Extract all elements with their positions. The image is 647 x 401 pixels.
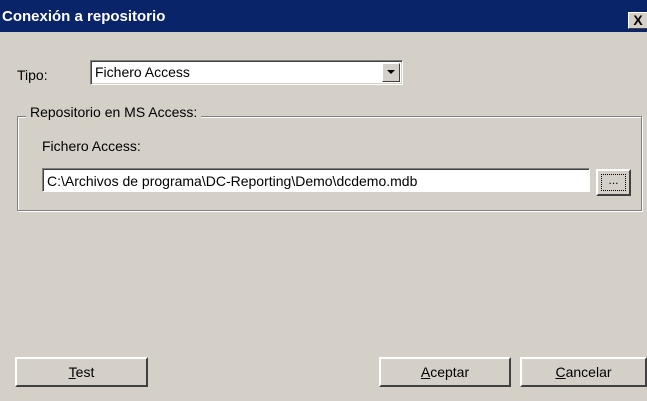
cancel-button-mnemonic: C [555,364,566,380]
tipo-dropdown-button[interactable] [382,63,400,82]
test-button-label: est [75,364,95,380]
test-button-mnemonic: T [68,364,76,380]
close-button[interactable]: X [628,12,647,29]
accept-button-label: ceptar [430,364,470,380]
cancel-button-label: ancelar [565,364,612,380]
cancel-button[interactable]: Cancelar [520,357,647,387]
file-label: Fichero Access: [42,138,141,154]
repository-groupbox [17,116,642,211]
accept-button[interactable]: Aceptar [379,357,511,387]
group-title: Repositorio en MS Access: [26,104,202,120]
test-button[interactable]: Test [15,357,148,387]
browse-button[interactable]: ... [596,169,631,196]
ellipsis-icon: ... [601,174,626,191]
chevron-down-icon [387,70,395,74]
tipo-select[interactable]: Fichero Access [90,60,403,85]
tipo-label: Tipo: [17,67,48,83]
file-path-input[interactable] [42,168,590,192]
tipo-selected-value: Fichero Access [95,64,190,80]
accept-button-mnemonic: A [420,364,431,380]
window-title: Conexión a repositorio [2,8,166,25]
close-icon: X [633,12,643,28]
title-bar: Conexión a repositorio X [0,0,647,32]
